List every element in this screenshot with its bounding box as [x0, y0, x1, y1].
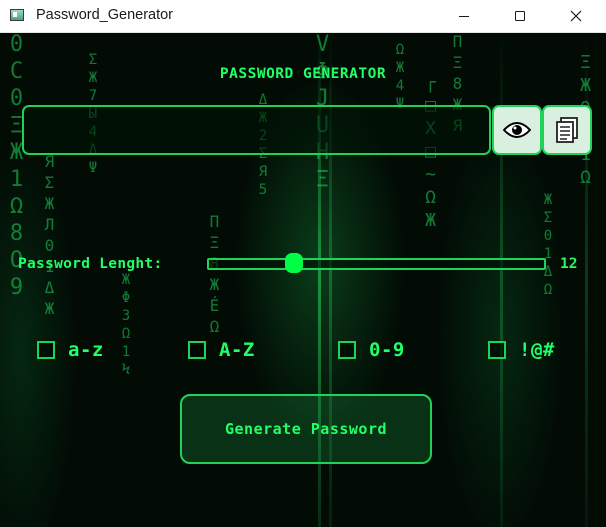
copy-password-button[interactable]	[542, 105, 592, 155]
matrix-glyph-column: ΠΞ8ЖÉΩ	[205, 212, 224, 338]
option-label: 0-9	[369, 339, 405, 361]
close-icon	[570, 10, 582, 22]
generate-password-button[interactable]: Generate Password	[180, 394, 432, 464]
matrix-glyph-column: ЯΣЖЛ01ΔЖ	[40, 152, 59, 320]
app-heading: PASSWORD GENERATOR	[219, 66, 387, 82]
option-symbols[interactable]: !@#	[488, 339, 555, 361]
app-icon	[10, 9, 24, 21]
maximize-button[interactable]	[497, 0, 543, 32]
password-field[interactable]	[22, 105, 491, 155]
option-uppercase[interactable]: A-Z	[188, 339, 255, 361]
matrix-glyph-column: ЖΦ3Ω1Ϟ	[118, 272, 134, 380]
maximize-icon	[515, 11, 525, 21]
checkbox[interactable]	[488, 341, 506, 359]
window-title: Password_Generator	[36, 7, 174, 23]
option-lowercase[interactable]: a-z	[37, 339, 104, 361]
checkbox[interactable]	[188, 341, 206, 359]
eye-icon	[503, 122, 531, 138]
checkbox[interactable]	[338, 341, 356, 359]
length-value: 12	[560, 256, 578, 272]
option-label: A-Z	[219, 339, 255, 361]
clipboard-icon	[556, 117, 578, 143]
checkbox[interactable]	[37, 341, 55, 359]
app-window: Password_Generator 0C0ΞЖ1Ω8O9 ЯΣЖЛ01ΔЖ Σ…	[0, 0, 606, 527]
option-label: a-z	[68, 339, 104, 361]
matrix-glyph-column: ЖΣ01ΔΩ	[540, 192, 556, 300]
length-label: Password Lenght:	[18, 256, 163, 272]
title-bar[interactable]: Password_Generator	[0, 0, 606, 33]
option-label: !@#	[519, 339, 555, 361]
minimize-button[interactable]	[441, 0, 487, 32]
length-slider[interactable]	[207, 258, 546, 270]
option-digits[interactable]: 0-9	[338, 339, 405, 361]
show-password-button[interactable]	[492, 105, 542, 155]
length-slider-thumb[interactable]	[284, 253, 303, 273]
close-button[interactable]	[553, 0, 599, 32]
minimize-icon	[459, 15, 469, 17]
